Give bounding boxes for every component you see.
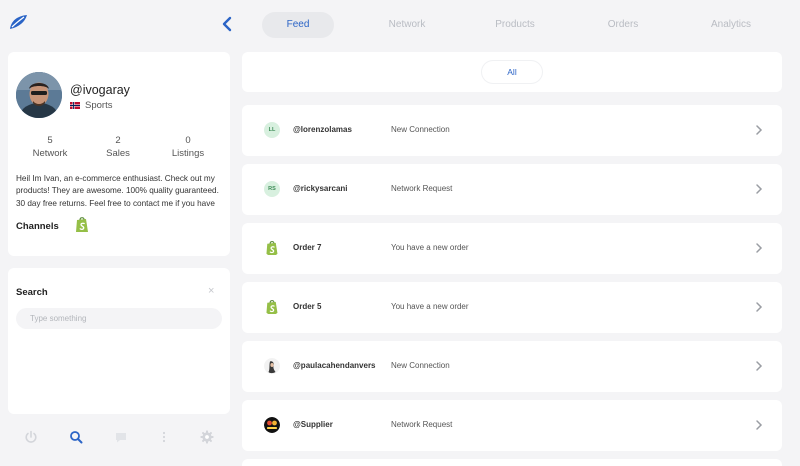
tab-network[interactable]: Network bbox=[372, 12, 442, 38]
shopify-icon bbox=[266, 241, 278, 256]
chevron-right-icon bbox=[756, 302, 763, 312]
stat-sales-label: Sales bbox=[106, 148, 130, 159]
tab-analytics[interactable]: Analytics bbox=[696, 12, 766, 38]
feed-item-description: New Connection bbox=[391, 125, 450, 134]
stat-sales[interactable]: 2 Sales bbox=[88, 134, 148, 160]
profile-username: @ivogaray bbox=[70, 83, 130, 97]
stat-network-value: 5 bbox=[47, 135, 53, 146]
feed-item-description: You have a new order bbox=[391, 302, 469, 311]
chevron-right-icon bbox=[756, 420, 763, 430]
main-tabs: Feed Network Products Orders Analytics bbox=[262, 12, 782, 38]
feed-item-partial[interactable] bbox=[242, 459, 782, 466]
feed-item-name: @lorenzolamas bbox=[293, 125, 352, 134]
search-card: Search × bbox=[8, 268, 230, 414]
stat-network-label: Network bbox=[32, 148, 68, 159]
feed-item-name: @paulacahendanvers bbox=[293, 361, 376, 370]
feed-item-name: @rickysarcani bbox=[293, 184, 348, 193]
search-title: Search bbox=[16, 287, 48, 298]
supplier-logo-icon bbox=[264, 417, 280, 433]
feed-item-description: Network Request bbox=[391, 184, 453, 193]
feed-item-description: Network Request bbox=[391, 420, 453, 429]
power-icon[interactable] bbox=[24, 430, 38, 444]
chevron-right-icon bbox=[756, 125, 763, 135]
search-close-icon[interactable]: × bbox=[208, 285, 214, 297]
channels-label: Channels bbox=[16, 221, 59, 232]
tab-orders[interactable]: Orders bbox=[588, 12, 658, 38]
tab-products[interactable]: Products bbox=[480, 12, 550, 38]
stat-network[interactable]: 5 Network bbox=[20, 134, 80, 160]
stat-sales-value: 2 bbox=[115, 135, 121, 146]
feed-item[interactable]: Order 7 You have a new order bbox=[242, 223, 782, 274]
feed-item[interactable]: LL @lorenzolamas New Connection bbox=[242, 105, 782, 156]
stat-listings-label: Listings bbox=[171, 148, 205, 159]
filter-all-button[interactable]: All bbox=[482, 61, 542, 83]
sidebar-bottom-bar bbox=[8, 426, 230, 450]
avatar-photo-icon bbox=[16, 72, 62, 118]
profile-card: @ivogaray Sports 5 Network 2 Sales 0 Lis… bbox=[8, 52, 230, 256]
initials-avatar: LL bbox=[264, 122, 280, 138]
user-avatar[interactable] bbox=[16, 72, 62, 118]
chevron-right-icon bbox=[756, 243, 763, 253]
feed-item-name: @Supplier bbox=[293, 420, 333, 429]
feed-item-name: Order 5 bbox=[293, 302, 322, 311]
feed-filter-card: All bbox=[242, 52, 782, 92]
feed-item-name: Order 7 bbox=[293, 243, 322, 252]
search-icon[interactable] bbox=[69, 430, 83, 444]
feed-item[interactable]: Order 5 You have a new order bbox=[242, 282, 782, 333]
feed-item[interactable]: RS @rickysarcani Network Request bbox=[242, 164, 782, 215]
norway-flag-icon bbox=[70, 102, 80, 109]
chevron-right-icon bbox=[756, 184, 763, 194]
app-logo-icon[interactable] bbox=[8, 14, 28, 30]
profile-category: Sports bbox=[70, 100, 112, 111]
feed-item[interactable]: @Supplier Network Request bbox=[242, 400, 782, 451]
chat-icon[interactable] bbox=[114, 430, 128, 444]
feed-item-description: New Connection bbox=[391, 361, 450, 370]
more-vertical-icon[interactable] bbox=[157, 430, 171, 444]
stat-listings[interactable]: 0 Listings bbox=[158, 134, 218, 160]
feed-item[interactable]: @paulacahendanvers New Connection bbox=[242, 341, 782, 392]
search-input[interactable] bbox=[16, 308, 222, 329]
chevron-right-icon bbox=[756, 361, 763, 371]
tab-feed[interactable]: Feed bbox=[262, 12, 334, 38]
user-avatar-icon bbox=[264, 358, 280, 374]
profile-bio: Heil Im Ivan, an e-commerce enthusiast. … bbox=[16, 174, 219, 208]
profile-category-label: Sports bbox=[85, 100, 113, 111]
shopify-icon bbox=[266, 300, 278, 315]
gear-icon[interactable] bbox=[200, 430, 214, 444]
collapse-sidebar-chevron-left-icon[interactable] bbox=[220, 16, 234, 32]
initials-avatar: RS bbox=[264, 181, 280, 197]
stat-listings-value: 0 bbox=[185, 135, 191, 146]
shopify-channel-icon[interactable] bbox=[74, 216, 90, 233]
feed-item-description: You have a new order bbox=[391, 243, 469, 252]
